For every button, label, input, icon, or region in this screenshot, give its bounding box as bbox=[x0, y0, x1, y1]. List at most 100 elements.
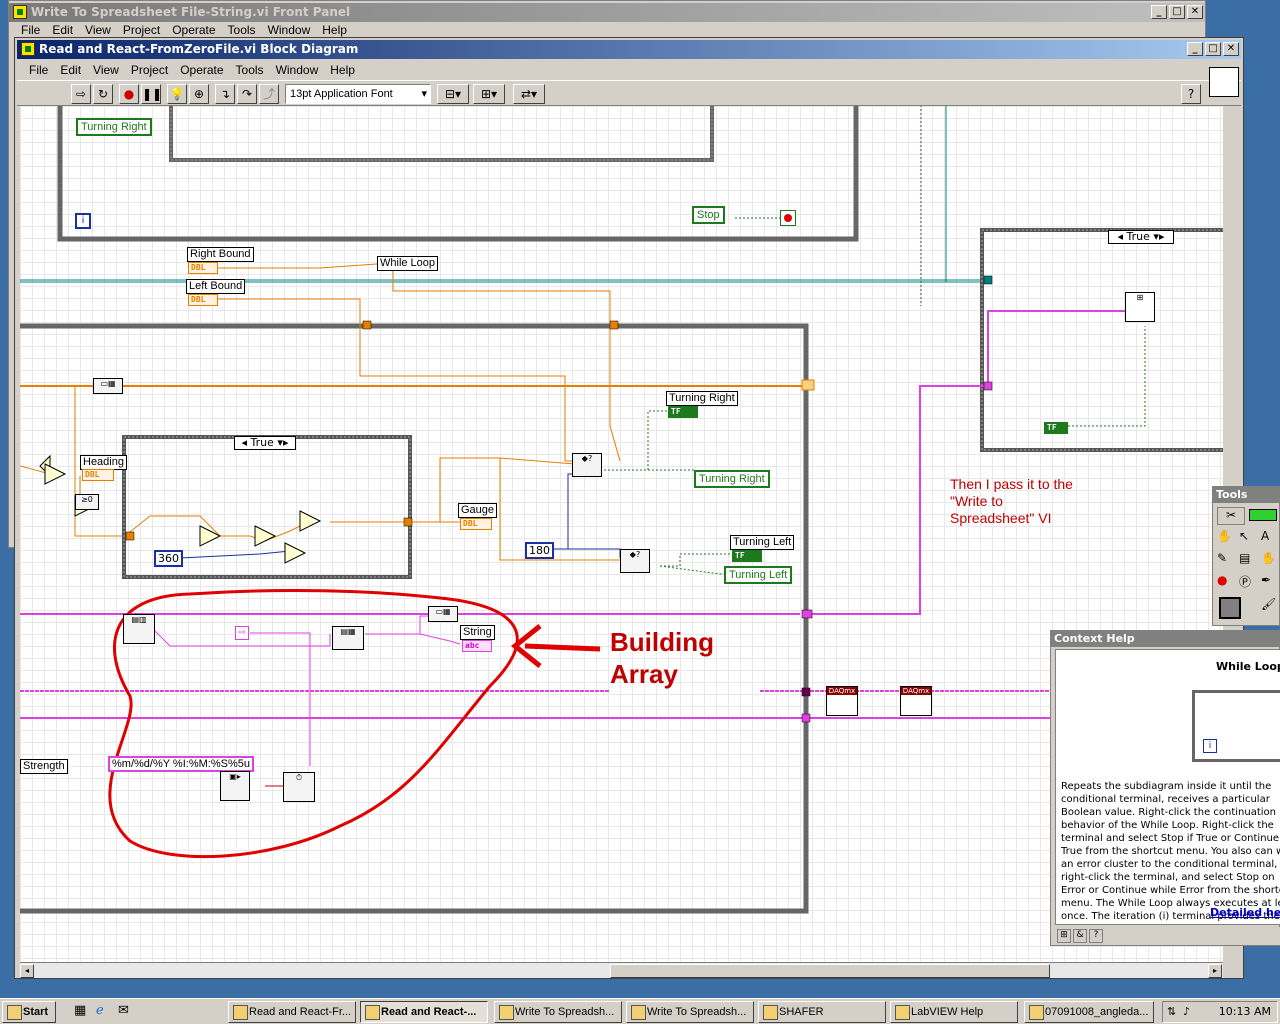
browser-icon[interactable]: ℯ bbox=[96, 1003, 104, 1018]
taskbar-button-7[interactable]: 07091008_angleda... bbox=[1024, 1001, 1154, 1023]
menu-file[interactable]: File bbox=[15, 23, 46, 37]
text-tool-icon[interactable]: A bbox=[1261, 529, 1279, 547]
stop-control[interactable]: Stop bbox=[692, 206, 725, 224]
breakpoint-tool-icon[interactable]: ● bbox=[1217, 573, 1235, 591]
clock[interactable]: 10:13 AM bbox=[1219, 1005, 1271, 1018]
format-string-constant[interactable]: %m/%d/%Y %I:%M:%S%5u bbox=[108, 756, 254, 772]
menu-operate[interactable]: Operate bbox=[174, 63, 229, 77]
greater-than-zero-node[interactable]: ≥0 bbox=[75, 494, 99, 510]
menu-project[interactable]: Project bbox=[117, 23, 166, 37]
close-button[interactable]: ✕ bbox=[1223, 42, 1239, 56]
menu-window[interactable]: Window bbox=[270, 63, 325, 77]
network-icon[interactable]: ⇅ bbox=[1167, 1005, 1176, 1018]
string-constant-node[interactable]: ⇨ bbox=[235, 626, 249, 640]
scroll-right-icon[interactable]: ▸ bbox=[1208, 964, 1222, 978]
select-node-right[interactable]: ◆? bbox=[572, 453, 602, 477]
email-icon[interactable]: ✉ bbox=[118, 1003, 129, 1018]
menu-window[interactable]: Window bbox=[262, 23, 317, 37]
minimize-button[interactable]: _ bbox=[1187, 42, 1203, 56]
context-help-title[interactable]: Context Help bbox=[1051, 631, 1279, 647]
lock-icon[interactable]: & bbox=[1073, 929, 1087, 943]
scroll-tool-icon[interactable]: ✋ bbox=[1261, 551, 1279, 569]
constant-180[interactable]: 180 bbox=[525, 542, 554, 559]
maximize-button[interactable]: □ bbox=[1169, 5, 1185, 19]
menu-help[interactable]: Help bbox=[316, 23, 353, 37]
menu-project[interactable]: Project bbox=[125, 63, 174, 77]
menu-tools[interactable]: Tools bbox=[222, 23, 262, 37]
font-select[interactable]: 13pt Application Font ▾ bbox=[285, 84, 431, 104]
menu-edit[interactable]: Edit bbox=[46, 23, 79, 37]
menu-tools[interactable]: Tools bbox=[230, 63, 270, 77]
loop-condition-terminal[interactable] bbox=[780, 210, 796, 226]
probe-tool-icon[interactable]: Ⓟ bbox=[1239, 573, 1257, 591]
taskbar-button-1[interactable]: Read and React-Fr... bbox=[228, 1001, 356, 1023]
retain-wire-values-icon[interactable]: ⊕ bbox=[189, 84, 209, 104]
menu-operate[interactable]: Operate bbox=[166, 23, 221, 37]
menu-help[interactable]: Help bbox=[324, 63, 361, 77]
position-tool-icon[interactable]: ↖ bbox=[1239, 529, 1257, 547]
step-over-icon[interactable]: ↷ bbox=[237, 84, 257, 104]
taskbar-button-3[interactable]: Write To Spreadsh... bbox=[494, 1001, 622, 1023]
block-diagram-canvas[interactable]: i Stop Turning Right Right Bound DBL Lef… bbox=[20, 106, 1223, 962]
constant-360[interactable]: 360 bbox=[154, 550, 183, 567]
context-help-icon[interactable]: ? bbox=[1181, 84, 1201, 104]
tools-palette-title[interactable]: Tools bbox=[1213, 487, 1279, 503]
daqmx-read-node[interactable]: DAQmx bbox=[826, 686, 858, 716]
main-window-titlebar[interactable]: Read and React-FromZeroFile.vi Block Dia… bbox=[17, 40, 1241, 59]
taskbar-button-6[interactable]: LabVIEW Help bbox=[890, 1001, 1018, 1023]
menu-file[interactable]: File bbox=[23, 63, 54, 77]
wiring-tool-icon[interactable]: ✎ bbox=[1217, 551, 1235, 569]
format-date-time-node[interactable]: ▤▥ bbox=[123, 614, 155, 644]
taskbar-button-2[interactable]: Read and React-... bbox=[360, 1001, 488, 1023]
operate-tool-icon[interactable]: ✋ bbox=[1217, 529, 1235, 547]
start-button[interactable]: Start bbox=[2, 1001, 56, 1023]
turning-right-indicator[interactable]: Turning Right bbox=[694, 470, 770, 488]
set-color-tool-icon[interactable] bbox=[1219, 597, 1241, 619]
get-date-time-node[interactable]: ⏱ bbox=[283, 772, 315, 802]
minimize-button[interactable]: _ bbox=[1151, 5, 1167, 19]
help-icon[interactable]: ? bbox=[1089, 929, 1103, 943]
gauge-terminal[interactable]: DBL bbox=[460, 518, 492, 530]
daqmx-write-node[interactable]: DAQmx bbox=[900, 686, 932, 716]
scroll-thumb[interactable] bbox=[610, 964, 1050, 978]
align-objects-icon[interactable]: ⊟▾ bbox=[437, 84, 469, 104]
boolean-constant[interactable]: TF bbox=[1044, 422, 1068, 434]
step-out-icon[interactable]: ⤴ bbox=[259, 84, 279, 104]
get-color-tool-icon[interactable]: ✒ bbox=[1261, 573, 1279, 591]
menu-view[interactable]: View bbox=[87, 63, 125, 77]
back-window-titlebar[interactable]: Write To Spreadsheet File-String.vi Fron… bbox=[9, 3, 1205, 22]
left-bound-terminal[interactable]: DBL bbox=[188, 294, 218, 306]
step-into-icon[interactable]: ↴ bbox=[215, 84, 235, 104]
build-array-node-2[interactable]: ▭▦ bbox=[428, 606, 458, 622]
right-bound-terminal[interactable]: DBL bbox=[188, 262, 218, 274]
volume-icon[interactable]: ♪ bbox=[1183, 1005, 1190, 1018]
automatic-tool-icon[interactable]: ✂ bbox=[1217, 507, 1245, 525]
menu-view[interactable]: View bbox=[79, 23, 117, 37]
write-spreadsheet-subvi-icon[interactable]: ⊞ bbox=[1125, 292, 1155, 322]
format-time-string-node[interactable]: ▣▸ bbox=[220, 771, 250, 801]
turning-left-terminal[interactable]: TF bbox=[732, 550, 762, 562]
close-button[interactable]: ✕ bbox=[1187, 5, 1203, 19]
loop-iteration-terminal[interactable]: i bbox=[75, 213, 91, 229]
case-selector-right[interactable]: ◂ True ▾▸ bbox=[1108, 230, 1174, 244]
horizontal-scrollbar[interactable]: ◂ ▸ bbox=[20, 962, 1223, 978]
abort-icon[interactable]: ● bbox=[119, 84, 139, 104]
menu-edit[interactable]: Edit bbox=[54, 63, 87, 77]
case-selector-inner[interactable]: ◂ True ▾▸ bbox=[234, 436, 296, 450]
maximize-button[interactable]: □ bbox=[1205, 42, 1221, 56]
highlight-execution-icon[interactable]: 💡 bbox=[167, 84, 187, 104]
taskbar-button-4[interactable]: Write To Spreadsh... bbox=[626, 1001, 754, 1023]
detailed-help-link[interactable]: Detailed help bbox=[1210, 906, 1280, 919]
shortcut-menu-tool-icon[interactable]: ▤ bbox=[1239, 551, 1257, 569]
reorder-icon[interactable]: ⇄▾ bbox=[513, 84, 545, 104]
build-array-node[interactable]: ▭▦ bbox=[93, 378, 123, 394]
turning-left-indicator[interactable]: Turning Left bbox=[724, 566, 793, 584]
string-terminal[interactable]: abc bbox=[462, 640, 492, 652]
show-optional-icon[interactable]: ⊞ bbox=[1057, 929, 1071, 943]
heading-terminal[interactable]: DBL bbox=[82, 469, 114, 481]
turning-right-terminal[interactable]: TF bbox=[668, 406, 698, 418]
desktop-icon[interactable]: ▦ bbox=[74, 1003, 86, 1018]
select-node-left[interactable]: ◆? bbox=[620, 549, 650, 573]
run-arrow-icon[interactable]: ⇨ bbox=[71, 84, 91, 104]
paintbrush-icon[interactable]: 🖌 bbox=[1261, 597, 1279, 615]
